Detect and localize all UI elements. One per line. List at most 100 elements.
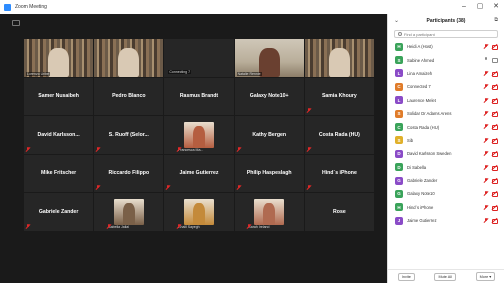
profile-figure	[192, 126, 205, 148]
video-off-icon	[492, 138, 498, 144]
participant-tile[interactable]: S. Ruoff (Selor...	[94, 116, 164, 154]
popout-icon[interactable]: ⧉	[494, 17, 498, 23]
avatar: C	[395, 123, 403, 132]
participant-tile[interactable]: Costa Rada (HU)	[304, 116, 374, 154]
participant-tile[interactable]: Khalil Sayegh	[164, 193, 234, 231]
participant-tile[interactable]: Natalie Rennie	[234, 39, 304, 77]
video-feed	[94, 39, 164, 77]
participant-name: Rose	[333, 208, 346, 215]
participant-row[interactable]: L Lina Amaizeh	[388, 67, 504, 80]
participant-row[interactable]: G Gabriele Zander	[388, 174, 504, 187]
participant-row[interactable]: D David Karlsson Sweden	[388, 147, 504, 160]
participant-tile[interactable]: Samer Nusaibeh	[24, 77, 94, 115]
avatar: G	[395, 189, 403, 198]
tile-name-label: Sarah Ireland	[248, 224, 270, 229]
participant-tile[interactable]: Isabella Jallal	[94, 193, 164, 231]
profile-figure	[192, 203, 205, 225]
participant-tile[interactable]: Sarah Ireland	[234, 193, 304, 231]
participant-row[interactable]: S Sabine Ahmed	[388, 53, 504, 66]
minimize-button[interactable]: –	[460, 2, 468, 12]
participant-row[interactable]: C Costa Rada (HU)	[388, 120, 504, 133]
participant-name: Gabriele Zander	[38, 208, 79, 215]
participant-tile[interactable]: Riccardo Filippo	[94, 154, 164, 192]
participant-tile[interactable]: Connecting 7	[164, 39, 234, 77]
participant-name: Pedro Blanco	[112, 93, 146, 100]
panel-title: Participants (38)	[426, 18, 466, 24]
muted-mic-icon	[484, 97, 488, 104]
participant-row-name: Solidar Dr Adams Arens	[407, 111, 452, 117]
participant-row[interactable]: J Jaime Gutierrez	[388, 214, 504, 227]
panel-footer: Invite Mute All More ▾	[388, 269, 504, 283]
participant-row-name: Laurence Melet	[407, 97, 436, 103]
participant-tile[interactable]: Philip Haspeslagh	[234, 154, 304, 192]
tile-name-label: Lorenzo Uribe	[26, 71, 50, 76]
video-off-icon	[492, 44, 498, 50]
profile-picture	[183, 198, 214, 225]
participant-row-name: Hind´s iPhone	[407, 204, 434, 210]
empty-grid-cell	[94, 232, 163, 270]
participant-tile[interactable]: Samia Khoury	[304, 77, 374, 115]
participant-tile[interactable]: Rasmus Brandt	[164, 77, 234, 115]
participant-row-name: Galaxy Note10	[407, 191, 435, 197]
participant-tile[interactable]: Hind´s iPhone	[304, 154, 374, 192]
maximize-button[interactable]: ▢	[476, 2, 484, 12]
participant-search[interactable]	[394, 30, 498, 38]
participant-row[interactable]: C Connected 7	[388, 80, 504, 93]
participant-row[interactable]: S Sib	[388, 134, 504, 147]
participant-row[interactable]: L Laurence Melet	[388, 94, 504, 107]
avatar: H	[395, 203, 403, 212]
muted-mic-icon	[484, 204, 488, 211]
muted-mic-icon	[484, 44, 488, 50]
participant-tile[interactable]	[304, 39, 374, 77]
participant-tile[interactable]: Pedro Blanco	[94, 77, 164, 115]
participant-row[interactable]: S Solidar Dr Adams Arens	[388, 107, 504, 120]
avatar: D	[395, 163, 403, 172]
avatar: C	[395, 82, 403, 91]
close-button[interactable]: ✕	[492, 2, 500, 12]
participant-tile[interactable]: Jaime Gutierrez	[164, 154, 234, 192]
avatar: J	[395, 216, 403, 225]
video-feed	[304, 39, 374, 77]
video-off-icon	[492, 165, 498, 171]
muted-mic-icon	[484, 70, 488, 77]
participant-name: Mike Fritscher	[41, 170, 77, 177]
participant-tile[interactable]: Galaxy Note10+	[234, 77, 304, 115]
participant-tile[interactable]: Kathy Bergen	[234, 116, 304, 154]
zoom-logo-icon	[4, 3, 11, 11]
more-button[interactable]: More ▾	[475, 272, 496, 281]
participant-tile[interactable]: Mike Fritscher	[24, 154, 94, 192]
muted-mic-icon	[484, 177, 488, 184]
participant-tile[interactable]: Rose	[304, 193, 374, 231]
participant-row[interactable]: G Galaxy Note10	[388, 187, 504, 200]
avatar: S	[395, 109, 403, 118]
participant-tile[interactable]: Francesca Ma...	[164, 116, 234, 154]
profile-picture	[183, 121, 214, 148]
participant-row-name: Lina Amaizeh	[407, 70, 433, 76]
participant-tile[interactable]: Gabriele Zander	[24, 193, 94, 231]
muted-mic-icon	[247, 223, 251, 229]
muted-mic-icon	[237, 146, 241, 152]
participant-row[interactable]: H Heidi A (Host)	[388, 40, 504, 53]
search-input[interactable]	[404, 31, 494, 37]
profile-figure	[122, 203, 135, 225]
profile-picture	[254, 198, 285, 225]
collapse-chevron-icon[interactable]: ⌄	[394, 17, 399, 24]
participant-name: Philip Haspeslagh	[246, 170, 292, 177]
participant-row-name: Heidi A (Host)	[407, 44, 433, 50]
participant-row[interactable]: H Hind´s iPhone	[388, 201, 504, 214]
participant-row-name: Costa Rada (HU)	[407, 124, 440, 130]
muted-mic-icon	[484, 191, 488, 197]
participant-row-name: Gabriele Zander	[407, 178, 438, 184]
participant-tile[interactable]: Lorenzo Uribe	[24, 39, 94, 77]
panel-header: ⌄ Participants (38) ⧉	[388, 14, 504, 28]
invite-button[interactable]: Invite	[397, 272, 415, 281]
participant-row[interactable]: D Di Sabella	[388, 161, 504, 174]
participant-video-figure	[329, 48, 350, 77]
participant-name: Galaxy Note10+	[249, 93, 289, 100]
participant-tile[interactable]: David Karlsson...	[24, 116, 94, 154]
mute-all-button[interactable]: Mute All	[434, 272, 456, 281]
participant-tile[interactable]	[94, 39, 164, 77]
tile-name-label: Connecting 7	[168, 69, 192, 74]
participant-row-name: Jaime Gutierrez	[407, 218, 437, 224]
meeting-info-icon[interactable]	[12, 20, 20, 26]
